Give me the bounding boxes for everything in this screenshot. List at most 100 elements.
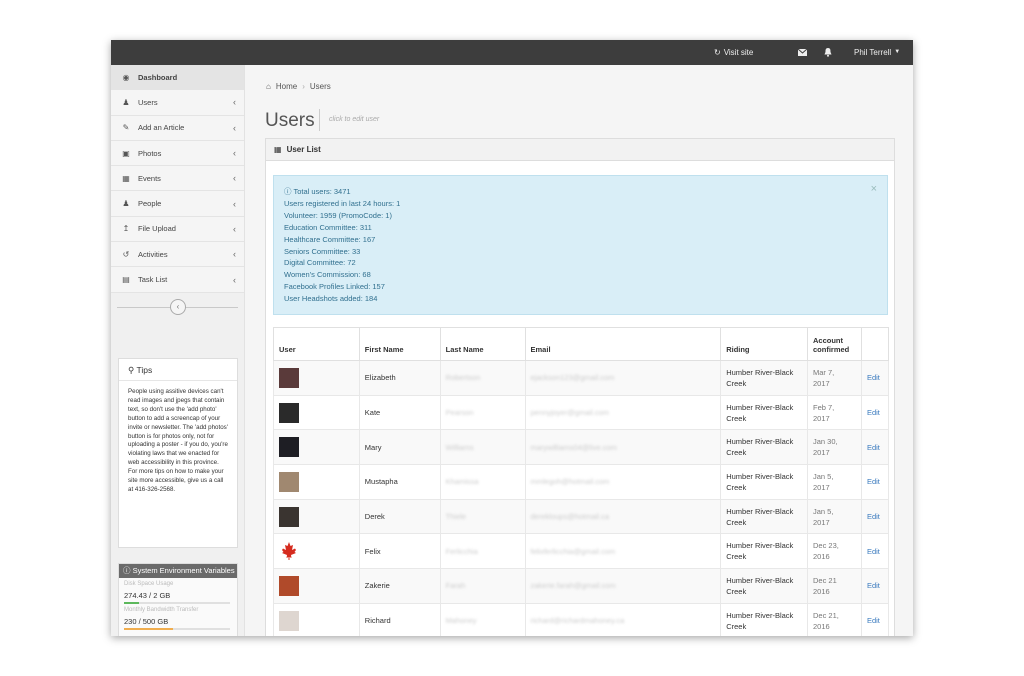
first-name-cell: Zakerie xyxy=(358,568,441,604)
table-row[interactable]: Elizabeth Robertson ejackson123@gmail.com H… xyxy=(273,360,890,396)
avatar xyxy=(279,437,299,458)
table-header-row: User First Name Last Name Email Riding A… xyxy=(273,327,890,361)
chevron-left-icon: ‹ xyxy=(233,249,236,260)
table-row[interactable]: Zakerie Farah zakerie.farah@gmail.com Humbe… xyxy=(273,568,890,604)
col-first-name[interactable]: First Name xyxy=(358,327,441,361)
upload-icon: ↥ xyxy=(122,224,130,234)
user-icon: ♟ xyxy=(122,199,130,209)
alert-line: Volunteer: 1959 (PromoCode: 1) xyxy=(284,210,392,220)
edit-link[interactable]: Edit xyxy=(860,394,890,431)
bandwidth-label: Monthly Bandwidth Transfer xyxy=(124,607,199,613)
edit-link[interactable]: Edit xyxy=(860,498,890,535)
col-riding[interactable]: Riding xyxy=(720,327,808,361)
edit-link[interactable]: Edit xyxy=(860,464,890,500)
col-last-name[interactable]: Last Name xyxy=(439,327,526,361)
table-row[interactable]: Felix Ferlicchia felixferlicchia@gmail.com… xyxy=(273,533,890,570)
riding-cell: Humber River-Black Creek xyxy=(720,429,808,466)
sidebar-item-events[interactable]: ▦ Events ‹ xyxy=(111,166,244,192)
avatar xyxy=(279,506,299,527)
sidebar-item-users[interactable]: ♟ Users ‹ xyxy=(111,90,244,116)
date-cell: Dec 21 2016 xyxy=(807,568,862,604)
sidebar-item-add-article[interactable]: ✎ Add an Article ‹ xyxy=(111,115,244,141)
email-cell: mmlegoh@hotmail.com xyxy=(524,464,722,500)
table-icon: ▦ xyxy=(274,144,282,154)
users-icon: ♟ xyxy=(122,97,130,107)
top-navbar: ↻ Visit site Phil Terrell ▼ xyxy=(111,40,913,65)
avatar xyxy=(279,367,299,388)
edit-link[interactable]: Edit xyxy=(860,429,890,466)
chevron-left-icon: ‹ xyxy=(233,223,236,234)
info-circle-icon: ⓘ xyxy=(123,566,131,575)
sidebar-item-people[interactable]: ♟ People ‹ xyxy=(111,191,244,217)
bell-icon[interactable] xyxy=(824,40,832,65)
sidebar: ◉ Dashboard ♟ Users ‹ ✎ Add an Article ‹… xyxy=(111,65,245,636)
main-content: ⌂ Home › Users Users click to edit user … xyxy=(245,65,913,636)
disk-usage-label: Disk Space Usage xyxy=(124,581,174,587)
sidebar-item-dashboard[interactable]: ◉ Dashboard xyxy=(111,65,244,91)
table-body: Elizabeth Robertson ejackson123@gmail.com H… xyxy=(273,360,890,636)
tips-box: ⚲ Tips People using assitive devices can… xyxy=(118,358,238,548)
table-row[interactable]: Derek Thiele derekloups@hotmail.ca Humber R… xyxy=(273,498,890,535)
last-name-cell: Ferlicchia xyxy=(439,533,526,570)
avatar-cell xyxy=(273,568,360,604)
visit-site-link[interactable]: ↻ Visit site xyxy=(714,40,753,65)
sidebar-item-file-upload[interactable]: ↥ File Upload ‹ xyxy=(111,216,244,243)
riding-cell: Humber River-Black Creek xyxy=(720,360,808,396)
avatar-cell xyxy=(273,533,360,570)
chevron-left-icon: ‹ xyxy=(233,274,236,285)
col-user[interactable]: User xyxy=(273,327,360,361)
table-row[interactable]: Kate Pearson pennyjoyer@gmail.com Humber Ri… xyxy=(273,394,890,431)
last-name-cell: Williams xyxy=(439,429,526,466)
bandwidth-fill xyxy=(124,628,173,630)
first-name-cell: Kate xyxy=(358,394,441,431)
alert-line: Users registered in last 24 hours: 1 xyxy=(284,198,401,208)
sidebar-item-task-list[interactable]: ▤ Task List ‹ xyxy=(111,267,244,293)
mail-icon[interactable] xyxy=(798,40,807,65)
camera-icon: ▣ xyxy=(122,148,130,158)
breadcrumb-current: Users xyxy=(309,82,331,91)
last-name-cell: Pearson xyxy=(439,394,526,431)
avatar xyxy=(279,575,299,596)
avatar-cell xyxy=(273,394,360,431)
sidebar-item-photos[interactable]: ▣ Photos ‹ xyxy=(111,140,244,167)
date-cell: Jan 30, 2017 xyxy=(807,429,862,466)
bandwidth-bar xyxy=(124,628,230,630)
table-row[interactable]: Richard Mahoney richard@richardmahoney.ca H… xyxy=(273,602,890,636)
last-name-cell: Thiele xyxy=(439,498,526,535)
riding-cell: Humber River-Black Creek xyxy=(720,394,808,431)
edit-icon: ✎ xyxy=(122,123,130,133)
edit-link[interactable]: Edit xyxy=(860,533,890,570)
avatar xyxy=(279,541,299,561)
chevron-left-icon: ‹ xyxy=(233,122,236,133)
first-name-cell: Derek xyxy=(358,498,441,535)
page-title: Users xyxy=(265,110,315,131)
bandwidth-value: 230 / 500 GB xyxy=(124,617,169,626)
date-cell: Dec 21, 2016 xyxy=(807,602,862,636)
collapse-sidebar-button[interactable]: ‹ xyxy=(170,298,186,315)
sidebar-item-activities[interactable]: ↺ Activities ‹ xyxy=(111,242,244,268)
alert-line: Facebook Profiles Linked: 157 xyxy=(284,282,385,292)
col-account-confirmed[interactable]: Account confirmed xyxy=(807,327,862,361)
edit-link[interactable]: Edit xyxy=(860,360,890,396)
table-row[interactable]: Mustapha Khamissa mmlegoh@hotmail.com Humbe… xyxy=(273,464,890,500)
close-icon[interactable]: × xyxy=(871,183,877,196)
info-circle-icon: ⓘ xyxy=(284,187,292,196)
riding-cell: Humber River-Black Creek xyxy=(720,464,808,500)
date-cell: Jan 5, 2017 xyxy=(807,464,862,500)
riding-cell: Humber River-Black Creek xyxy=(720,498,808,535)
user-stats-alert: × ⓘ Total users: 3471 Users registered i… xyxy=(273,175,888,315)
user-list-panel: ▦ User List × ⓘ Total users: 3471 Users … xyxy=(265,138,895,636)
system-environment-box: ⓘ System Environment Variables Disk Spac… xyxy=(118,563,238,636)
col-edit xyxy=(860,327,890,361)
disk-usage-fill xyxy=(124,602,139,604)
breadcrumb-home[interactable]: Home xyxy=(276,82,297,91)
user-menu[interactable]: Phil Terrell ▼ xyxy=(854,40,900,65)
edit-link[interactable]: Edit xyxy=(860,602,890,636)
first-name-cell: Felix xyxy=(358,533,441,570)
first-name-cell: Richard xyxy=(358,602,441,636)
email-cell: richard@richardmahoney.ca xyxy=(524,602,722,636)
col-email[interactable]: Email xyxy=(524,327,722,361)
avatar xyxy=(279,610,299,631)
edit-link[interactable]: Edit xyxy=(860,568,890,604)
table-row[interactable]: Mary Williams marywilliams04@live.com Humbe… xyxy=(273,429,890,466)
